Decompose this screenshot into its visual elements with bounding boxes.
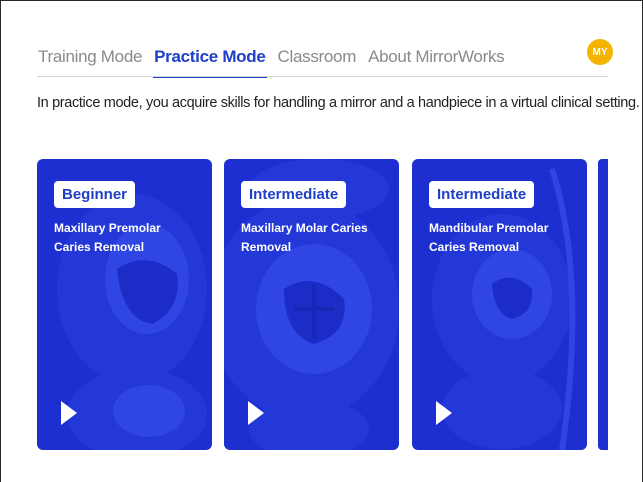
level-badge: Intermediate (429, 181, 535, 208)
mode-tabs: Training Mode Practice Mode Classroom Ab… (37, 44, 515, 78)
tabs-divider (37, 76, 608, 77)
next-card-peek[interactable] (598, 159, 608, 450)
tab-practice-mode[interactable]: Practice Mode (153, 44, 267, 78)
window-left-border (0, 0, 1, 482)
level-badge: Beginner (54, 181, 136, 208)
play-icon[interactable] (246, 399, 266, 427)
user-avatar[interactable]: MY (587, 39, 613, 65)
practice-card-maxillary-molar[interactable]: Intermediate Maxillary Molar Caries Remo… (224, 159, 399, 450)
practice-card-mandibular-premolar[interactable]: Intermediate Mandibular Premolar Caries … (412, 159, 587, 450)
window-top-border (0, 0, 643, 1)
card-title: Mandibular Premolar Caries Removal (429, 221, 549, 254)
tab-about-mirrorworks[interactable]: About MirrorWorks (367, 44, 505, 76)
play-icon[interactable] (434, 399, 454, 427)
card-title: Maxillary Premolar Caries Removal (54, 221, 161, 254)
level-badge: Intermediate (241, 181, 347, 208)
card-title: Maxillary Molar Caries Removal (241, 221, 368, 254)
practice-description: In practice mode, you acquire skills for… (37, 95, 640, 111)
play-icon[interactable] (59, 399, 79, 427)
practice-card-maxillary-premolar[interactable]: Beginner Maxillary Premolar Caries Remov… (37, 159, 212, 450)
tab-classroom[interactable]: Classroom (277, 44, 358, 76)
tab-training-mode[interactable]: Training Mode (37, 44, 143, 76)
